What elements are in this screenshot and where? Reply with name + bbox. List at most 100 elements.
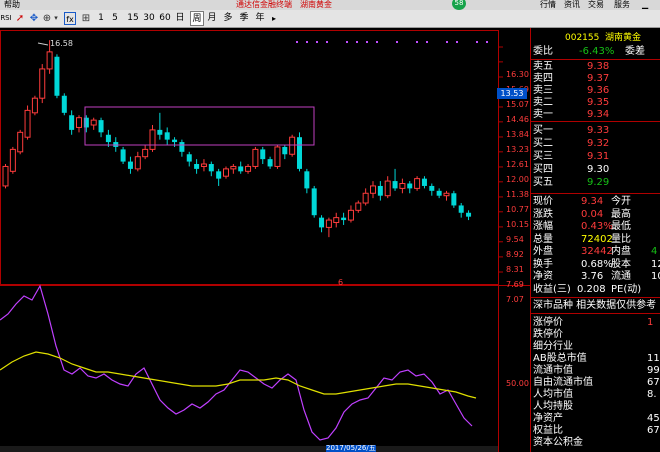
period-week[interactable]: 周 xyxy=(190,11,204,26)
stock-title: 湖南黄金 xyxy=(300,0,332,9)
stat-value: 3.76 xyxy=(581,271,604,282)
candle-body xyxy=(149,129,156,150)
candle-body xyxy=(355,202,362,211)
candle-body xyxy=(120,149,126,162)
stat-value: 9.34 xyxy=(581,196,604,207)
period-month[interactable]: 月 xyxy=(206,11,218,26)
stat-value: 4 xyxy=(651,246,658,257)
menu-quotes[interactable]: 行情 xyxy=(540,0,556,10)
buy-level-price: 9.29 xyxy=(587,177,610,188)
candle-body xyxy=(172,139,178,143)
candle-body xyxy=(289,136,296,155)
stock-name: 湖南黄金 xyxy=(605,33,642,43)
info-label: AB股总市值 xyxy=(533,353,587,364)
info-label: 流通市值 xyxy=(533,365,573,376)
stat-label: 涨跌 xyxy=(533,208,553,220)
sell-level-price: 9.38 xyxy=(587,61,610,72)
notification-badge[interactable]: 58 xyxy=(452,0,466,10)
candle-body xyxy=(282,146,288,155)
stat-label: 股本 xyxy=(611,258,631,270)
candle-body xyxy=(39,68,46,99)
info-value: 99 xyxy=(647,365,660,376)
box-annotation[interactable] xyxy=(84,106,315,146)
period-60[interactable]: 60 xyxy=(158,11,172,26)
period-30[interactable]: 30 xyxy=(142,11,156,26)
menu-trade[interactable]: 交易 xyxy=(588,0,604,10)
candle-body xyxy=(142,148,149,158)
info-value: 8. xyxy=(647,389,657,400)
info-label: 净资产 xyxy=(533,413,563,424)
stat-label: 最高 xyxy=(611,208,631,220)
price-axis-label: 12.61 xyxy=(506,159,529,169)
sell-level-label: 卖三 xyxy=(533,85,553,96)
stat-label: 流通 xyxy=(611,271,631,282)
period-multi[interactable]: 多 xyxy=(222,11,234,26)
period-15[interactable]: 15 xyxy=(126,11,140,26)
menu-help[interactable]: 帮助 xyxy=(4,0,20,10)
info-value: 112 xyxy=(647,353,660,364)
candle-body xyxy=(164,132,170,140)
stat-label: 收益(三) xyxy=(533,283,571,295)
candle-body xyxy=(436,190,442,196)
rsi-average-line xyxy=(0,351,477,399)
candle-body xyxy=(200,163,207,167)
candle-body xyxy=(297,137,302,169)
stat-label: 今开 xyxy=(611,196,631,207)
candle-body xyxy=(61,95,67,113)
price-axis-label: 16.30 xyxy=(506,70,529,79)
candle-body xyxy=(267,159,273,167)
period-1[interactable]: 1 xyxy=(96,11,106,26)
weicha-label: 委差 xyxy=(625,46,645,57)
divider xyxy=(531,313,660,314)
stat-value: 0.68% xyxy=(581,258,613,270)
period-5[interactable]: 5 xyxy=(110,11,120,26)
menu-news[interactable]: 资讯 xyxy=(564,0,580,10)
candle-body xyxy=(17,131,24,153)
sell-level-price: 9.34 xyxy=(587,109,610,120)
buy-level-label: 买五 xyxy=(533,177,553,188)
quote-panel: 002155 湖南黄金 委比 -6.43% 委差 卖五 9.38 卖四 9.37 卖三 9… xyxy=(531,28,660,452)
candle-body xyxy=(333,217,340,224)
price-axis-label: 7.07 xyxy=(506,295,524,304)
candle-body xyxy=(377,185,383,196)
candle-body xyxy=(2,165,9,187)
candle-body xyxy=(407,183,413,189)
buy-level-price: 9.30 xyxy=(587,164,610,175)
webi-value: -6.43% xyxy=(579,46,615,57)
dropdown-icon[interactable]: ▾ xyxy=(52,12,60,25)
price-axis-label: 13.23 xyxy=(506,144,529,154)
candle-body xyxy=(392,181,398,189)
period-day[interactable]: 日 xyxy=(174,11,186,26)
indicator-label[interactable]: RSI xyxy=(0,11,12,26)
event-markers xyxy=(296,41,488,43)
candle-body xyxy=(54,56,60,96)
grid-icon[interactable]: ⊞ xyxy=(80,12,92,25)
more-periods-icon[interactable]: ▸ xyxy=(270,11,278,26)
formula-icon[interactable]: fx xyxy=(64,12,76,25)
period-year[interactable]: 年 xyxy=(254,11,266,26)
candle-body xyxy=(46,51,53,70)
zoom-icon[interactable]: ⊕ xyxy=(42,12,52,25)
menu-service[interactable]: 服务 xyxy=(614,0,630,10)
sell-level-label: 卖四 xyxy=(533,73,553,84)
candle-body xyxy=(157,129,163,135)
candle-body xyxy=(443,192,450,197)
stat-label: 净资 xyxy=(533,271,553,282)
info-label: 人均市值 xyxy=(533,389,573,400)
stat-value: 12 xyxy=(651,258,660,270)
stat-value: 0.43% xyxy=(581,221,613,232)
price-axis-label: 13.84 xyxy=(506,129,529,139)
date-label: 2017/05/26/五 xyxy=(326,444,376,452)
price-axis-label: 12.00 xyxy=(506,174,529,184)
price-axis-label: 14.46 xyxy=(506,114,529,124)
candle-body xyxy=(245,165,252,172)
stat-value: 32442 xyxy=(581,246,613,257)
candle-body xyxy=(260,149,266,160)
pointer-icon[interactable]: ➚ xyxy=(14,12,26,25)
move-icon[interactable]: ✥ xyxy=(28,12,40,25)
candle-body xyxy=(208,164,214,172)
minimize-icon[interactable]: ▁ xyxy=(642,0,648,10)
period-quarter[interactable]: 季 xyxy=(238,11,250,26)
stat-value: 72402 xyxy=(581,233,613,245)
indicator-axis-label: 50.00 xyxy=(506,379,529,388)
